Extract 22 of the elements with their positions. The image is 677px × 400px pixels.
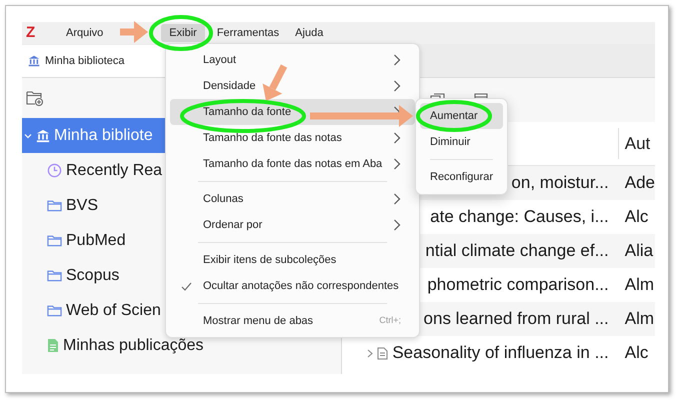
app-logo: Z bbox=[26, 22, 36, 43]
collection-label: BVS bbox=[66, 196, 98, 216]
collection-label: Scopus bbox=[66, 266, 120, 286]
item-author: Alc bbox=[624, 206, 648, 228]
collection-label: PubMed bbox=[66, 230, 126, 250]
item-title: ntial climate change ef... bbox=[425, 240, 609, 262]
item-author: Alc bbox=[624, 342, 648, 364]
item-author: Alia bbox=[624, 240, 654, 262]
collection-label: Minhas publicações bbox=[63, 336, 204, 356]
item-title: on, moistur... bbox=[511, 172, 609, 194]
shortcut-label: Ctrl+; bbox=[379, 314, 401, 328]
collection-label: Minha bibliote bbox=[54, 126, 153, 146]
collection-label: Web of Scien bbox=[66, 300, 161, 320]
item-title: ate change: Causes, i... bbox=[430, 206, 609, 228]
item-title: phometric comparison... bbox=[427, 274, 609, 296]
collection-label: Recently Rea bbox=[66, 160, 162, 180]
item-author: Ade bbox=[624, 172, 655, 194]
item-title: Seasonality of influenza in ... bbox=[392, 342, 609, 364]
item-title: ons learned from rural ... bbox=[424, 308, 609, 330]
item-author: Alm bbox=[624, 308, 654, 330]
item-author: Alm bbox=[624, 274, 654, 296]
tab-label: Minha biblioteca bbox=[45, 54, 124, 69]
